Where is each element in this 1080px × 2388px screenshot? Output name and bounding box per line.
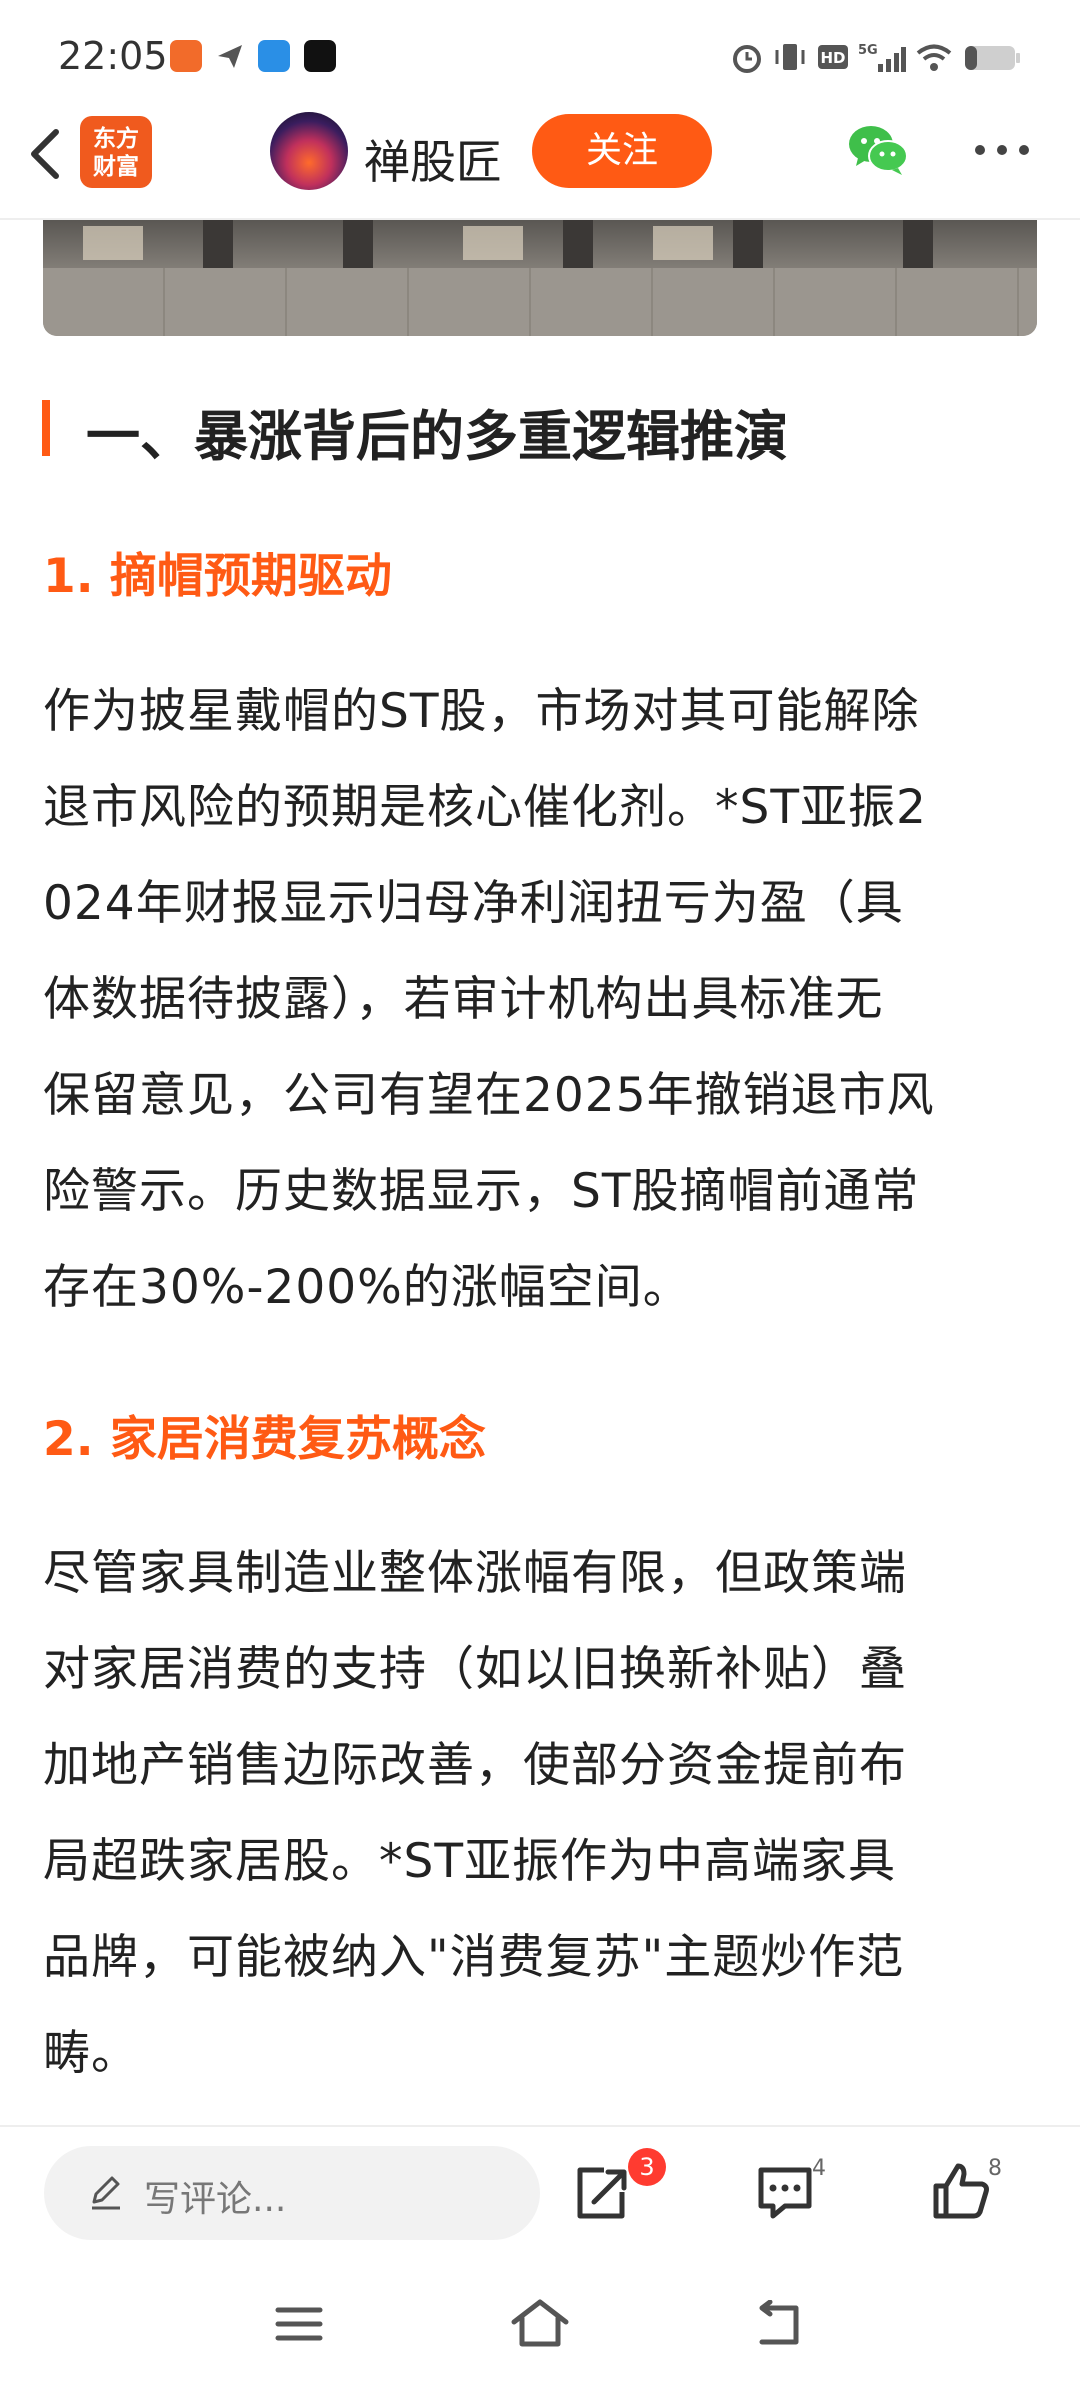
share-icon[interactable] — [570, 2162, 632, 2224]
comment-placeholder: 写评论... — [144, 2179, 287, 2220]
more-options-icon[interactable] — [972, 138, 1032, 162]
comments-count: 4 — [812, 2156, 826, 2181]
tiktok-icon — [304, 40, 336, 72]
svg-text:HD: HD — [820, 49, 845, 67]
5g-signal-icon: 5G — [858, 43, 906, 72]
system-back-icon[interactable] — [752, 2300, 806, 2348]
paragraph-line: 品牌，可能被纳入"消费复苏"主题炒作范 — [43, 1930, 905, 1985]
section-title-marker — [42, 400, 50, 456]
paragraph-line: 尽管家具制造业整体涨幅有限，但政策端 — [43, 1546, 907, 1601]
paragraph-line: 险警示。历史数据显示，ST股摘帽前通常 — [43, 1164, 920, 1219]
battery-icon — [965, 46, 1020, 70]
home-icon[interactable] — [508, 2296, 572, 2350]
pencil-icon — [92, 2176, 120, 2210]
hd-icon: HD — [818, 45, 848, 69]
paragraph-line: 畴。 — [43, 2026, 139, 2081]
bottom-bar-divider — [0, 2125, 1080, 2127]
section-title: 一、暴涨背后的多重逻辑推演 — [86, 405, 788, 468]
author-avatar[interactable] — [270, 112, 348, 190]
app-notification-icon — [170, 40, 202, 72]
vibrate-icon — [775, 44, 805, 70]
subsection-heading-2: 2. 家居消费复苏概念 — [43, 1412, 486, 1467]
comments-icon[interactable] — [755, 2164, 815, 2222]
paragraph-line: 对家居消费的支持（如以旧换新补贴）叠 — [43, 1642, 907, 1697]
e-app-icon — [258, 40, 290, 72]
brand-logo-line2: 财富 — [93, 154, 139, 180]
brand-logo-line1: 东方 — [93, 126, 139, 152]
alarm-icon — [733, 45, 761, 73]
paragraph-line: 加地产销售边际改善，使部分资金提前布 — [43, 1738, 907, 1793]
paragraph-2: 尽管家具制造业整体涨幅有限，但政策端 对家居消费的支持（如以旧换新补贴）叠 加地… — [43, 1526, 1043, 2102]
likes-count: 8 — [988, 2156, 1002, 2181]
subsection-heading-1: 1. 摘帽预期驱动 — [43, 549, 392, 604]
brand-logo[interactable]: 东方 财富 — [80, 116, 152, 188]
wechat-share-icon[interactable] — [846, 122, 910, 178]
paragraph-line: 保留意见，公司有望在2025年撤销退市风 — [43, 1068, 935, 1123]
like-icon[interactable] — [930, 2160, 992, 2222]
svg-text:5G: 5G — [858, 43, 878, 58]
back-icon[interactable] — [22, 122, 66, 186]
author-name[interactable]: 禅股匠 — [364, 126, 502, 192]
paragraph-line: 作为披星戴帽的ST股，市场对其可能解除 — [43, 684, 920, 739]
send-icon — [218, 45, 242, 68]
paragraph-line: 局超跌家居股。*ST亚振作为中高端家具 — [43, 1834, 897, 1889]
status-time: 22:05 — [58, 34, 168, 78]
menu-icon[interactable] — [274, 2304, 324, 2344]
share-count-badge: 3 — [628, 2148, 666, 2186]
status-bar: 22:05 HD 5G — [0, 0, 1080, 110]
paragraph-line: 体数据待披露），若审计机构出具标准无 — [43, 972, 884, 1027]
follow-button[interactable]: 关注 — [532, 114, 712, 188]
paragraph-line: 存在30%-200%的涨幅空间。 — [43, 1260, 691, 1315]
paragraph-line: 024年财报显示归母净利润扭亏为盈（具 — [43, 876, 904, 931]
paragraph-line: 退市风险的预期是核心催化剂。*ST亚振2 — [43, 780, 927, 835]
article-hero-image[interactable] — [43, 220, 1037, 336]
paragraph-1: 作为披星戴帽的ST股，市场对其可能解除 退市风险的预期是核心催化剂。*ST亚振2… — [43, 664, 1043, 1336]
wifi-icon — [916, 44, 952, 71]
